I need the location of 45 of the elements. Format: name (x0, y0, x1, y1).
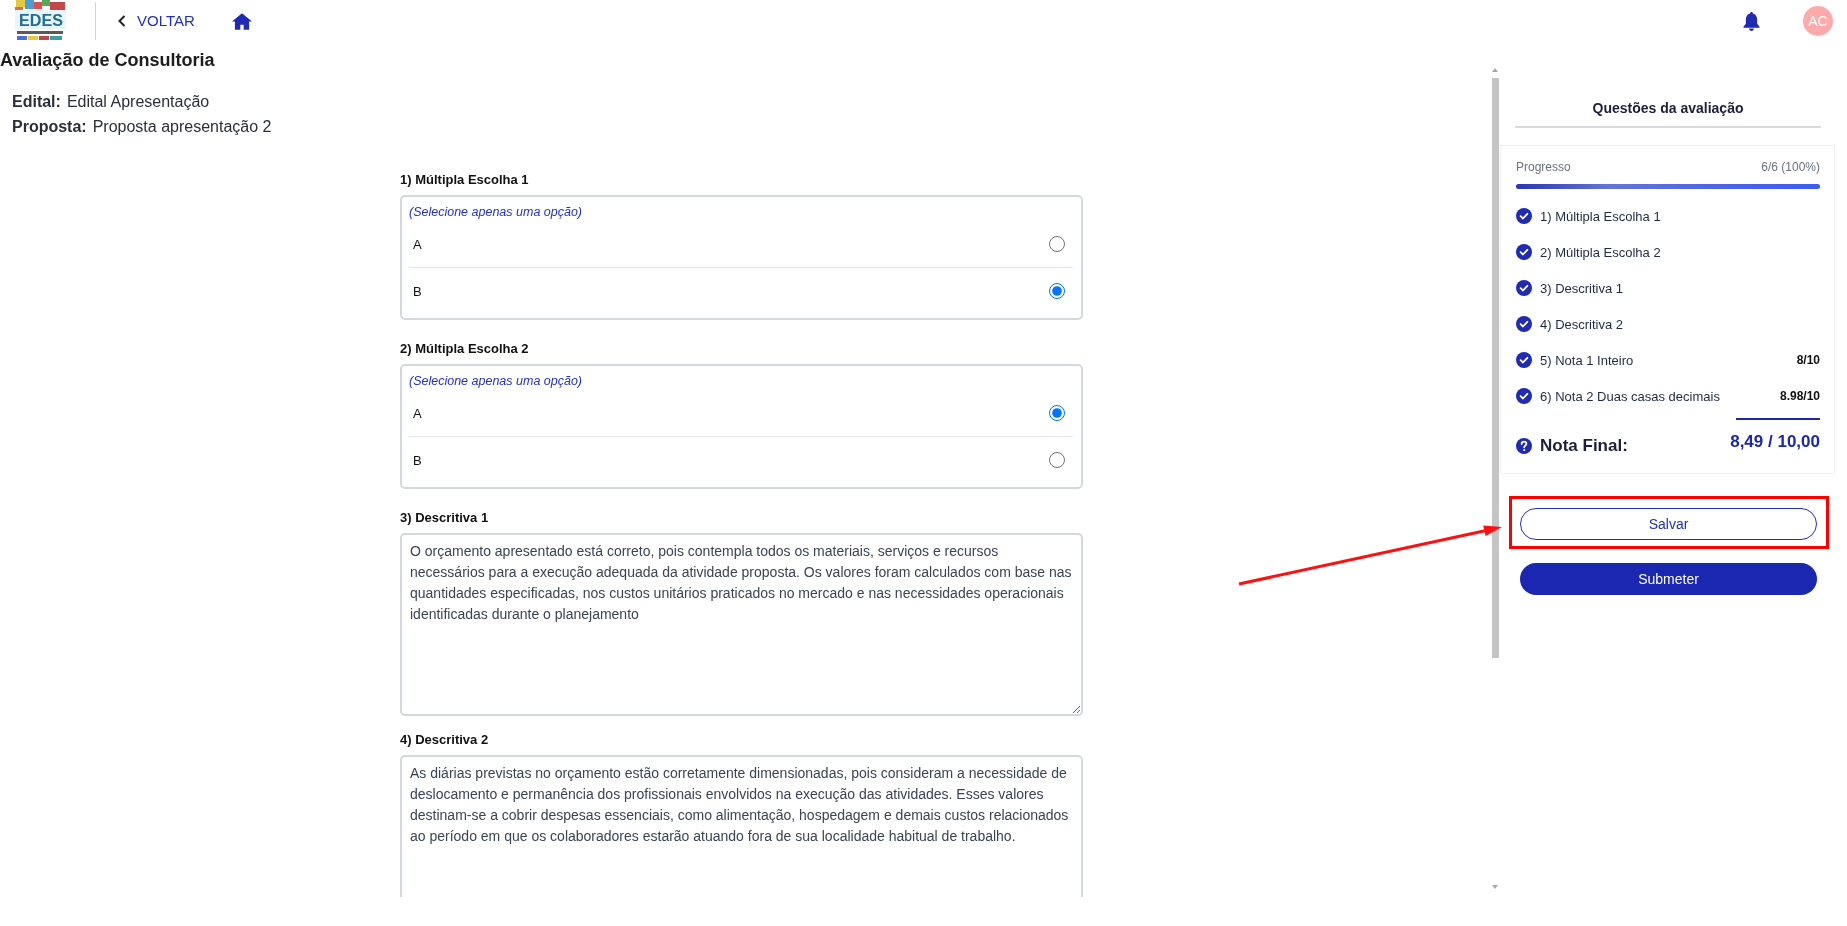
help-icon[interactable] (1516, 438, 1532, 454)
question-link[interactable]: 1) Múltipla Escolha 1 (1540, 208, 1661, 224)
home-icon[interactable] (231, 12, 252, 30)
progress-reading: 6/6 (100%) (1761, 159, 1820, 175)
question-link[interactable]: 4) Descritiva 2 (1540, 316, 1624, 332)
detail-value: Proposta apresentação 2 (92, 117, 272, 137)
hint-text: (Selecione apenas uma opção) (409, 373, 583, 390)
panel-title: Questões da avaliação (1515, 98, 1821, 128)
radio-button[interactable] (1049, 236, 1065, 252)
radio-button[interactable] (1049, 283, 1065, 299)
final-grade-label: Nota Final: (1540, 436, 1628, 456)
option-label: A (413, 405, 422, 421)
detail-label: Proposta: (12, 117, 87, 137)
question-link[interactable]: 5) Nota 1 Inteiro (1540, 352, 1634, 368)
action-button[interactable]: Salvar (1520, 508, 1817, 540)
caret-icon (118, 15, 126, 27)
option-label: B (413, 283, 422, 299)
action-button[interactable]: Submeter (1520, 563, 1817, 595)
question-link[interactable]: 2) Múltipla Escolha 2 (1540, 244, 1661, 260)
question-title: 3) Descritiva 1 (400, 509, 489, 527)
option-label: A (413, 236, 422, 252)
hint-text: (Selecione apenas uma opção) (409, 204, 583, 221)
answer-field[interactable]: As diárias previstas no orçamento estão corretamente dimensionadas, pois consideram a necessidade de deslocamento e permanência dos profissionais envolvidos na execução das atividades. Esses valores destinam-se a cobrir despesas essenciais, como alimentação, hospedagem e demais custos relacionados ao período em que os colaboradores estarão atuando fora de sua localidade habitual de trabalho. (400, 755, 1083, 897)
scroll-up-icon[interactable] (1492, 68, 1498, 72)
radio-button[interactable] (1049, 405, 1065, 421)
scrollbar-thumb[interactable] (1491, 78, 1499, 658)
question-title: 2) Múltipla Escolha 2 (400, 340, 529, 358)
logo: EDES (12, 0, 68, 42)
radio-button[interactable] (1049, 452, 1065, 468)
question-title: 4) Descritiva 2 (400, 731, 489, 749)
question-link[interactable]: 6) Nota 2 Duas casas decimais (1540, 388, 1720, 404)
final-grade-value: 8,49 / 10,00 (1730, 432, 1820, 452)
question-title: 1) Múltipla Escolha 1 (400, 171, 529, 189)
detail-label: Edital: (12, 92, 61, 112)
bell-icon[interactable] (1743, 11, 1760, 31)
option-label: B (413, 452, 422, 468)
score-text: 8/10 (1796, 353, 1820, 367)
back-link[interactable]: VOLTAR (118, 12, 195, 30)
detail-value: Edital Apresentação (66, 92, 210, 112)
score-text: 8.98/10 (1779, 389, 1820, 403)
page-title: Avaliação de Consultoria (0, 49, 215, 71)
progress-label: Progresso (1516, 159, 1571, 175)
question-link[interactable]: 3) Descritiva 1 (1540, 280, 1624, 296)
scroll-down-icon[interactable] (1492, 885, 1498, 889)
answer-field[interactable]: O orçamento apresentado está correto, pois contempla todos os materiais, serviços e recursos necessários para a execução adequada da atividade proposta. Os valores foram calculados com base nas quantidades especificadas, nos custos unitários praticados no mercado e nas necessidades operacionais identificadas durante o planejamento (400, 533, 1083, 716)
